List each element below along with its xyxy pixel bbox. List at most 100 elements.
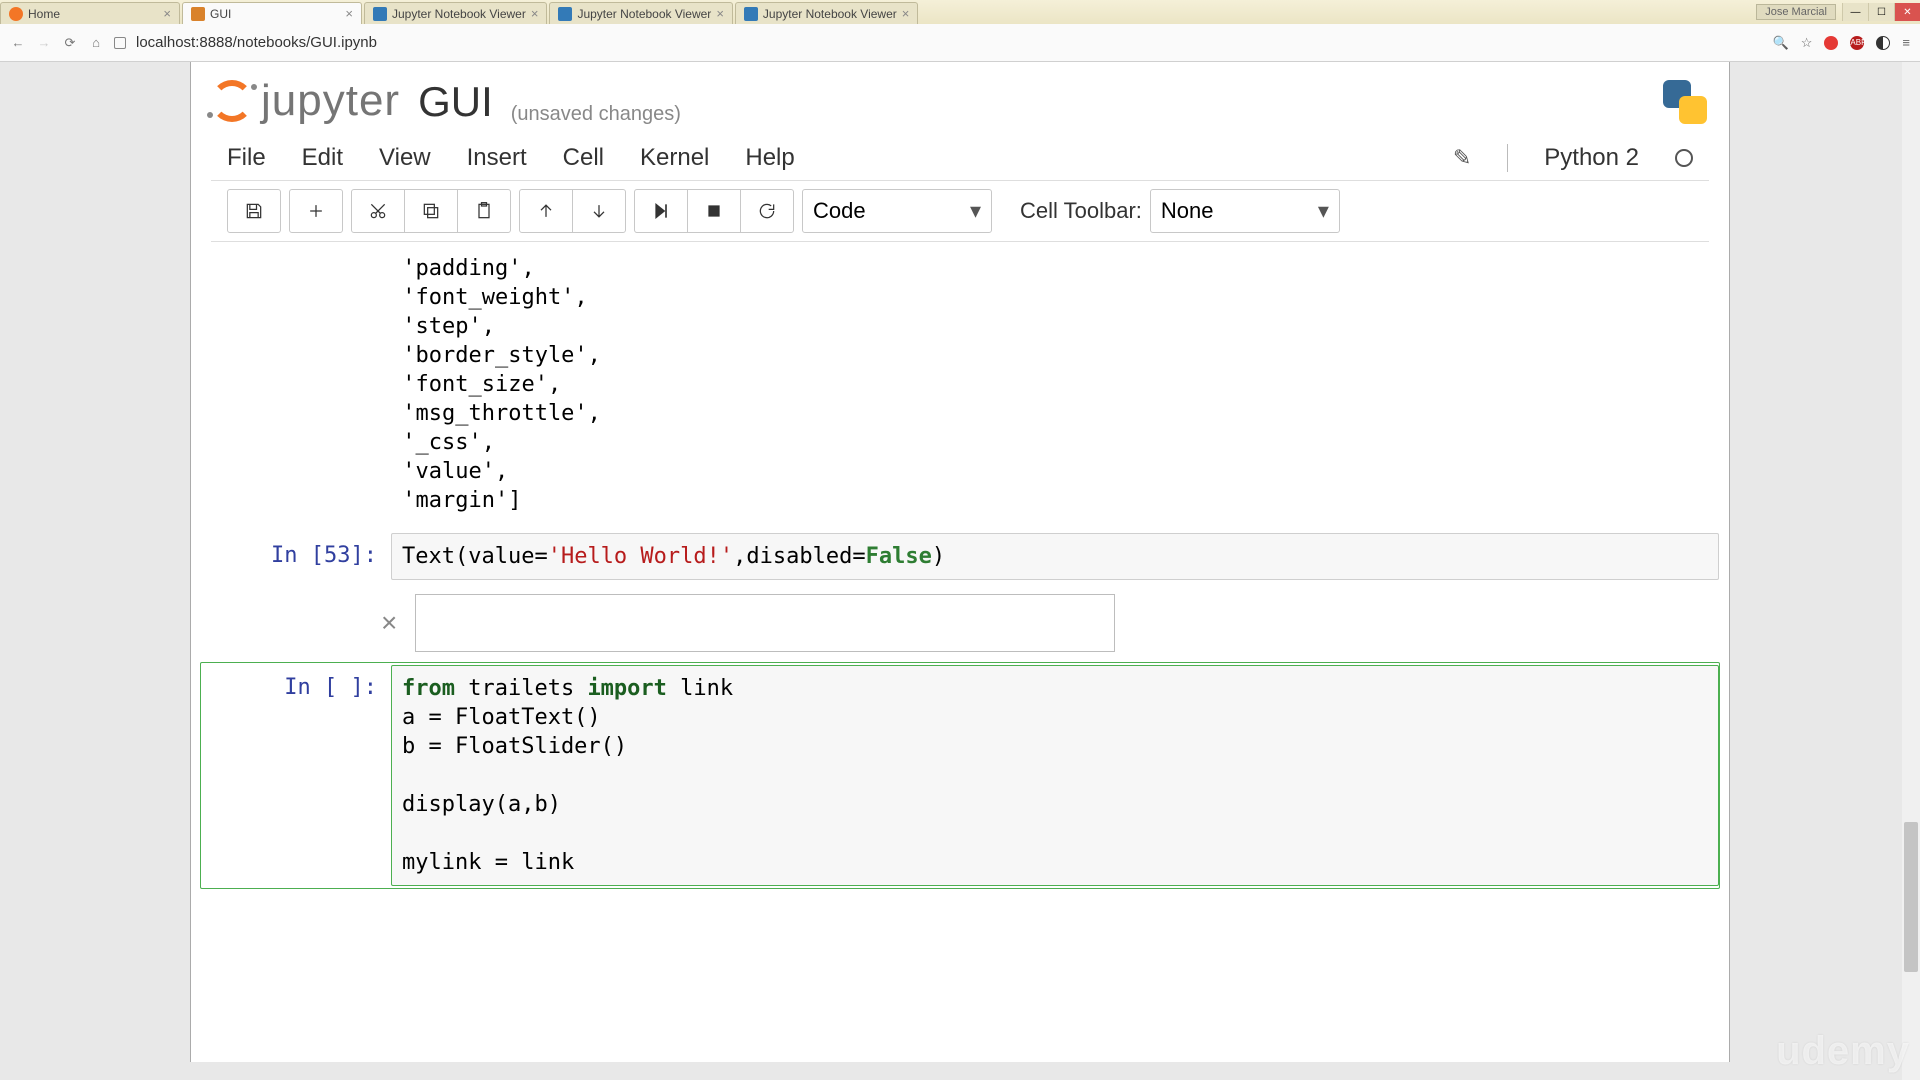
close-icon[interactable]: × [531, 6, 539, 21]
close-icon[interactable]: × [902, 6, 910, 21]
restart-button[interactable] [740, 189, 794, 233]
nbviewer-favicon [558, 7, 572, 21]
stop-icon [704, 201, 724, 221]
arrow-up-icon [536, 201, 556, 221]
cell-toolbar-label: Cell Toolbar: [1020, 198, 1142, 224]
run-button[interactable] [634, 189, 688, 233]
tab-label: Home [28, 7, 60, 21]
cell-toolbar-select[interactable]: None [1150, 189, 1340, 233]
tab-label: Jupyter Notebook Viewer [392, 7, 526, 21]
clipboard-icon [474, 201, 494, 221]
forward-icon[interactable]: → [36, 35, 52, 50]
code-input[interactable]: from trailets import link a = FloatText(… [391, 665, 1719, 885]
home-icon[interactable]: ⌂ [88, 35, 104, 50]
notebook-favicon [191, 7, 205, 21]
close-icon[interactable]: ✕ [1894, 3, 1920, 21]
watermark: udemy [1776, 1029, 1910, 1074]
menu-kernel[interactable]: Kernel [640, 144, 709, 172]
restart-icon [757, 201, 777, 221]
cell-toolbar-value: None [1161, 198, 1214, 224]
back-icon[interactable]: ← [10, 35, 26, 50]
zoom-icon[interactable]: 🔍 [1773, 35, 1789, 51]
move-down-button[interactable] [572, 189, 626, 233]
jupyter-logo-icon [211, 80, 253, 122]
tab-strip: Home × GUI × Jupyter Notebook Viewer × J… [0, 0, 920, 24]
toolbar: Code Cell Toolbar: None [211, 181, 1709, 242]
nbviewer-favicon [373, 7, 387, 21]
notebook-container: jupyter GUI (unsaved changes) File Edit … [190, 62, 1730, 1062]
add-cell-button[interactable] [289, 189, 343, 233]
browser-tab-gui[interactable]: GUI × [182, 2, 362, 24]
paste-button[interactable] [457, 189, 511, 233]
menu-help[interactable]: Help [745, 144, 794, 172]
abp-icon[interactable]: ABP [1850, 36, 1864, 50]
nbviewer-favicon [744, 7, 758, 21]
browser-tab-nbviewer[interactable]: Jupyter Notebook Viewer × [364, 2, 547, 24]
edit-mode-icon: ✎ [1453, 145, 1471, 171]
close-icon[interactable]: × [716, 6, 724, 21]
code-cell[interactable]: In [53]: Text(value='Hello World!',disab… [201, 533, 1719, 580]
input-prompt: In [53]: [201, 533, 391, 580]
close-icon[interactable]: × [345, 6, 353, 21]
widget-close-icon[interactable]: × [381, 607, 397, 639]
cell-type-value: Code [813, 198, 866, 224]
menu-icon[interactable]: ≡ [1902, 35, 1910, 50]
scrollbar[interactable] [1902, 62, 1920, 1080]
menu-bar: File Edit View Insert Cell Kernel Help ✎… [211, 136, 1709, 181]
browser-titlebar: Home × GUI × Jupyter Notebook Viewer × J… [0, 0, 1920, 24]
scissors-icon [368, 201, 388, 221]
cell-output: 'padding', 'font_weight', 'step', 'borde… [201, 252, 1719, 525]
input-prompt: In [ ]: [201, 665, 391, 885]
save-status: (unsaved changes) [511, 103, 681, 126]
python-logo-icon [1661, 78, 1709, 126]
tab-label: GUI [210, 7, 231, 21]
menu-file[interactable]: File [227, 144, 266, 172]
widget-output: × [381, 594, 1719, 652]
browser-tab-home[interactable]: Home × [0, 2, 180, 24]
browser-tab-nbviewer[interactable]: Jupyter Notebook Viewer × [735, 2, 918, 24]
copy-icon [421, 201, 441, 221]
divider [1507, 144, 1508, 172]
kernel-idle-icon [1675, 149, 1693, 167]
copy-button[interactable] [404, 189, 458, 233]
maximize-icon[interactable]: ☐ [1868, 3, 1894, 21]
menu-insert[interactable]: Insert [467, 144, 527, 172]
jupyter-favicon [9, 7, 23, 21]
cut-button[interactable] [351, 189, 405, 233]
contrast-icon[interactable] [1876, 36, 1890, 50]
move-up-button[interactable] [519, 189, 573, 233]
browser-tab-nbviewer[interactable]: Jupyter Notebook Viewer × [549, 2, 732, 24]
scrollbar-thumb[interactable] [1904, 822, 1918, 972]
plus-icon [306, 201, 326, 221]
close-icon[interactable]: × [163, 6, 171, 21]
record-icon[interactable] [1824, 36, 1838, 50]
tab-label: Jupyter Notebook Viewer [763, 7, 897, 21]
bookmark-icon[interactable]: ☆ [1801, 35, 1813, 51]
reload-icon[interactable]: ⟳ [62, 35, 78, 51]
step-icon [651, 201, 671, 221]
save-button[interactable] [227, 189, 281, 233]
interrupt-button[interactable] [687, 189, 741, 233]
notebook-header: jupyter GUI (unsaved changes) File Edit … [191, 62, 1729, 246]
notebook-name[interactable]: GUI [418, 78, 493, 126]
url-text[interactable]: localhost:8888/notebooks/GUI.ipynb [136, 34, 1763, 51]
jupyter-wordmark: jupyter [261, 76, 400, 126]
minimize-icon[interactable]: — [1842, 3, 1868, 21]
user-chip[interactable]: Jose Marcial [1756, 4, 1836, 20]
code-cell-selected[interactable]: In [ ]: from trailets import link a = Fl… [200, 662, 1720, 888]
cells-area: 'padding', 'font_weight', 'step', 'borde… [191, 246, 1729, 929]
arrow-down-icon [589, 201, 609, 221]
code-input[interactable]: Text(value='Hello World!',disabled=False… [391, 533, 1719, 580]
text-widget-input[interactable] [415, 594, 1115, 652]
url-bar: ← → ⟳ ⌂ localhost:8888/notebooks/GUI.ipy… [0, 24, 1920, 62]
tab-label: Jupyter Notebook Viewer [577, 7, 711, 21]
menu-cell[interactable]: Cell [563, 144, 604, 172]
save-icon [244, 201, 264, 221]
window-controls: — ☐ ✕ [1842, 3, 1920, 21]
site-info-icon[interactable] [114, 37, 126, 49]
kernel-name[interactable]: Python 2 [1544, 144, 1639, 172]
menu-view[interactable]: View [379, 144, 431, 172]
cell-type-select[interactable]: Code [802, 189, 992, 233]
menu-edit[interactable]: Edit [302, 144, 343, 172]
jupyter-logo[interactable]: jupyter [211, 76, 400, 126]
